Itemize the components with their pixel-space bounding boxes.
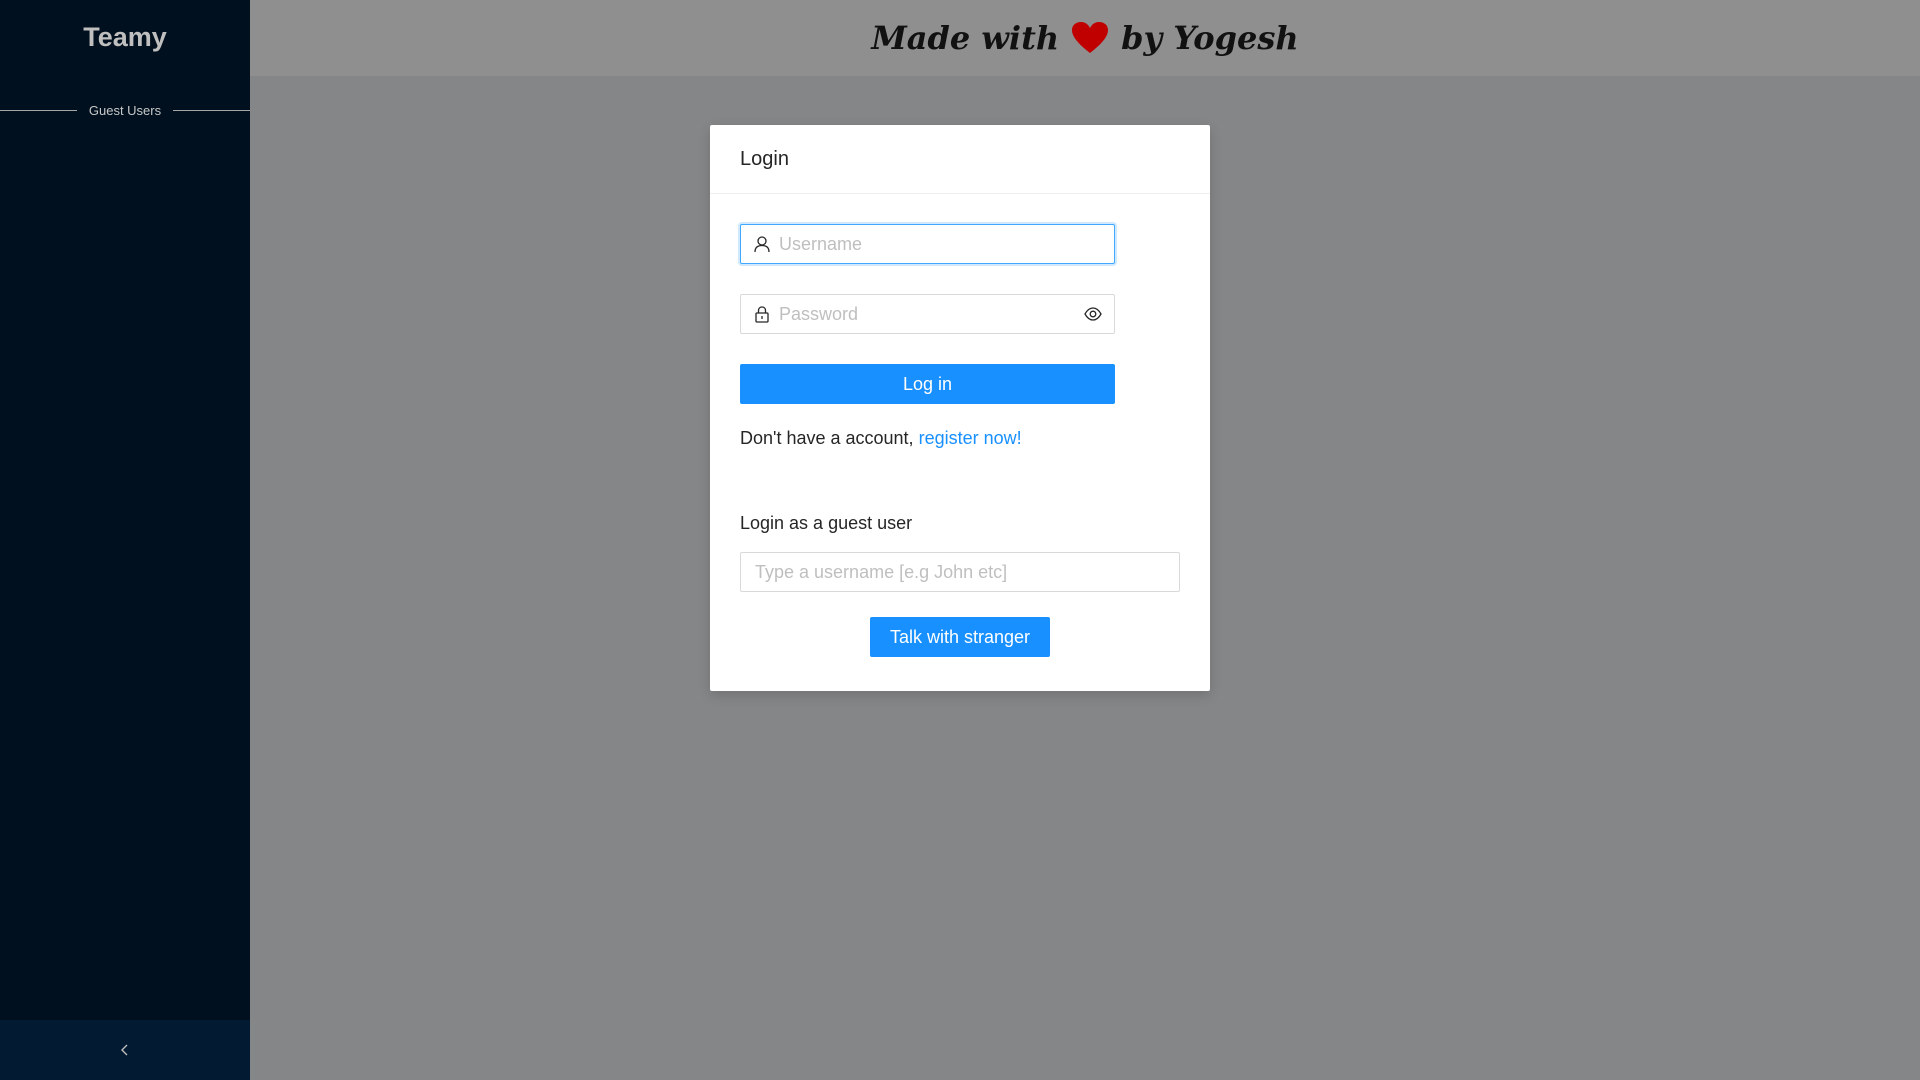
banner-text-after: by Yogesh (1121, 19, 1299, 57)
eye-icon[interactable] (1084, 305, 1102, 323)
divider-line-left (0, 109, 77, 111)
divider-line-right (173, 109, 250, 111)
username-input[interactable] (779, 233, 1102, 255)
guest-username-input[interactable] (740, 552, 1180, 592)
guest-users-label: Guest Users (88, 102, 162, 118)
password-input[interactable] (779, 303, 1084, 325)
made-with-banner: Made with by Yogesh (871, 19, 1298, 57)
modal-header: Login (710, 125, 1210, 194)
lock-icon (755, 306, 769, 323)
header: Made with by Yogesh (250, 0, 1920, 76)
username-field[interactable] (740, 224, 1115, 264)
modal-body: Log in Don't have a account, register no… (710, 194, 1210, 687)
user-icon (754, 236, 770, 253)
guest-login-label: Login as a guest user (740, 513, 913, 533)
modal-title: Login (740, 147, 789, 170)
sidebar: Teamy Guest Users (0, 0, 250, 1080)
banner-text-before: Made with (871, 19, 1060, 57)
guest-users-divider: Guest Users (0, 100, 250, 120)
guest-button-wrapper: Talk with stranger (740, 617, 1180, 657)
register-link[interactable]: register now! (919, 428, 1022, 448)
register-prefix-text: Don't have a account, (740, 428, 914, 448)
login-button[interactable]: Log in (740, 364, 1115, 404)
register-prompt: Don't have a account, register now! (740, 428, 1180, 449)
password-field[interactable] (740, 294, 1115, 334)
sidebar-collapse-button[interactable] (0, 1020, 250, 1080)
heart-icon (1072, 22, 1109, 53)
talk-with-stranger-button[interactable]: Talk with stranger (869, 617, 1051, 657)
login-modal: Login Log in Don't have a account, (710, 125, 1210, 691)
chevron-left-icon (121, 1044, 128, 1056)
brand-title: Teamy (83, 22, 167, 52)
